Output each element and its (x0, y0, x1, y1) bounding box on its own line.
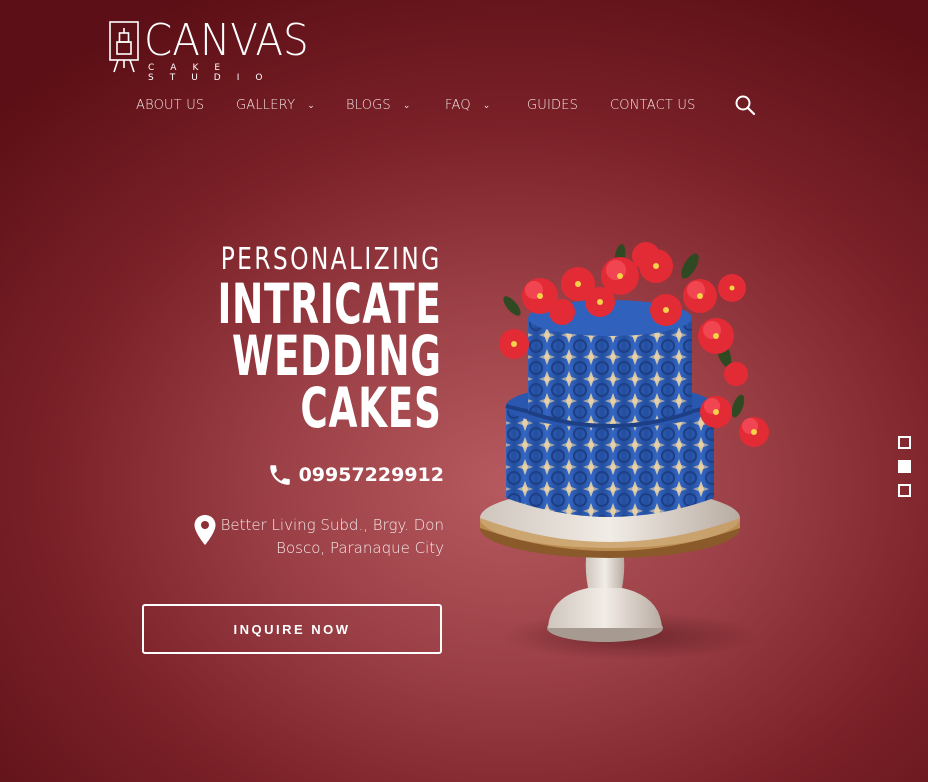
page: CANVAS CAKE STUDIO ABOUT US GALLERY ⌄ BLO… (0, 0, 928, 782)
nav-label: GUIDES (527, 98, 579, 113)
nav-item-contact-us[interactable]: CONTACT US (610, 96, 696, 116)
hero-line-intricate: INTRICATE (217, 272, 442, 336)
brand-name: CANVAS (144, 15, 309, 66)
nav-item-gallery[interactable]: GALLERY ⌄ (236, 96, 315, 116)
hero-line-wedding: WEDDING (232, 324, 442, 388)
phone-number[interactable]: 09957229912 (299, 464, 444, 486)
nav-item-guides[interactable]: GUIDES (527, 96, 578, 116)
slide-dot-3[interactable] (898, 484, 911, 497)
chevron-down-icon[interactable]: ⌄ (403, 96, 411, 116)
logo[interactable]: CANVAS CAKE STUDIO (108, 15, 348, 83)
chevron-down-icon[interactable]: ⌄ (483, 96, 491, 116)
nav-label: CONTACT US (610, 98, 696, 113)
address-line-1: Better Living Subd., Brgy. Don (220, 516, 444, 534)
slide-dot-2[interactable] (898, 460, 911, 473)
chevron-down-icon[interactable]: ⌄ (307, 96, 315, 116)
slider-pagination (898, 436, 911, 508)
inquire-now-button[interactable]: INQUIRE NOW (142, 604, 442, 654)
nav-label: BLOGS (346, 98, 391, 113)
easel-cake-icon (109, 21, 139, 73)
search-icon[interactable] (734, 94, 756, 116)
phone-icon (269, 465, 290, 485)
nav-item-blogs[interactable]: BLOGS ⌄ (346, 96, 411, 116)
nav-label: ABOUT US (136, 98, 205, 113)
address: Better Living Subd., Brgy. Don Bosco, Pa… (184, 514, 444, 560)
phone-contact[interactable]: 09957229912 (267, 461, 444, 489)
brand-tagline: CAKE STUDIO (148, 63, 279, 83)
nav-item-about-us[interactable]: ABOUT US (136, 96, 204, 116)
nav-item-faq[interactable]: FAQ ⌄ (445, 96, 491, 116)
address-line-2: Bosco, Paranaque City (276, 539, 444, 557)
hero-heading: PERSONALIZING INTRICATE WEDDING CAKES (112, 242, 442, 440)
wedding-cake-image (480, 242, 769, 660)
nav-label: GALLERY (236, 98, 296, 113)
nav-label: FAQ (445, 98, 471, 113)
slide-dot-1[interactable] (898, 436, 911, 449)
hero-line-cakes: CAKES (300, 376, 442, 440)
